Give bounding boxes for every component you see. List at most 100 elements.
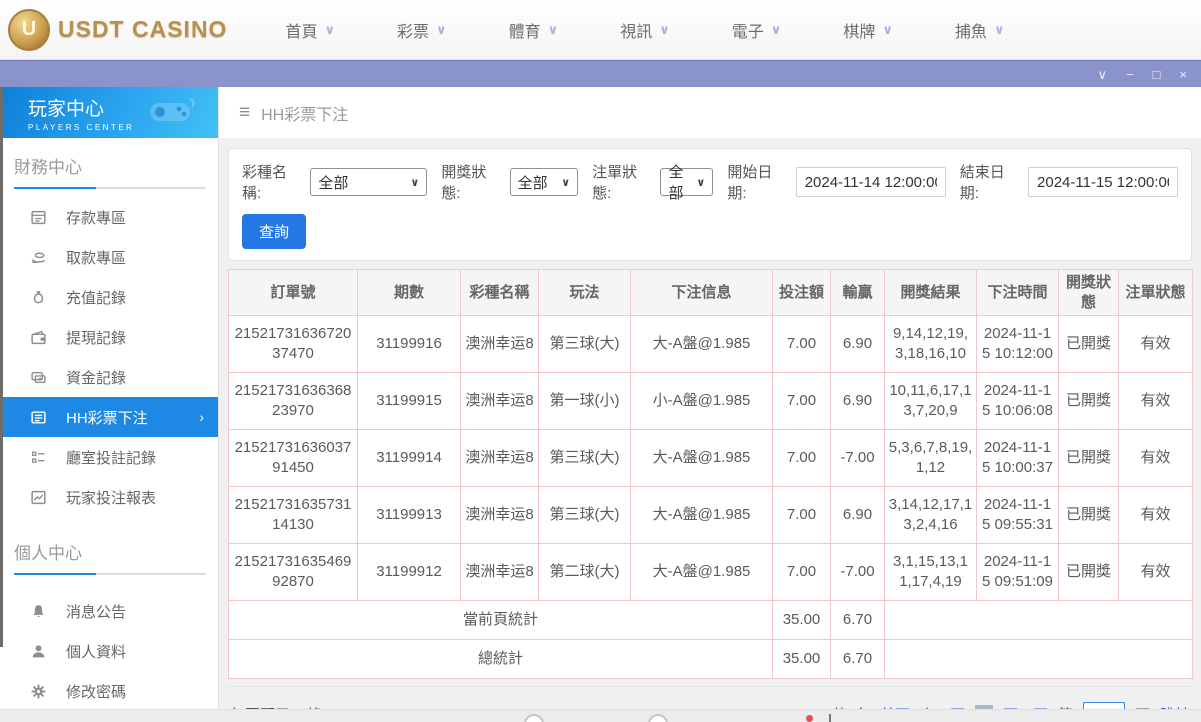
cell-winloss: -7.00 bbox=[830, 429, 885, 487]
bets-table-wrap: 訂單號 期數 彩種名稱 玩法 下注信息 投注額 輸贏 開獎結果 下注時間 開獎狀… bbox=[228, 269, 1193, 679]
section-underline bbox=[14, 573, 206, 575]
sidebar: 玩家中心 PLAYERS CENTER 財務中心 存款專區 取款專區 充值記錄 … bbox=[0, 87, 219, 722]
col-period: 期數 bbox=[357, 269, 461, 316]
grand-total-winloss: 6.70 bbox=[830, 639, 885, 679]
cell-bet-amount: 7.00 bbox=[772, 543, 831, 601]
section-title: 財務中心 bbox=[14, 158, 82, 177]
nav-item-slots[interactable]: 電子 ∨ bbox=[732, 18, 782, 42]
nav-item-cards[interactable]: 棋牌 ∨ bbox=[843, 18, 893, 42]
table-row: 2152173163636823970 31199915 澳洲幸运8 第一球(小… bbox=[228, 372, 1193, 430]
cell-order-status: 有效 bbox=[1118, 315, 1193, 373]
cell-order-status: 有效 bbox=[1118, 543, 1193, 601]
empty-cell bbox=[884, 600, 1193, 640]
gamepad-icon bbox=[150, 98, 195, 121]
cell-bet-amount: 7.00 bbox=[772, 315, 831, 373]
brand-name: USDT CASINO bbox=[58, 16, 228, 42]
chevron-down-icon: ∨ bbox=[696, 176, 706, 189]
sidebar-item-player-bet-report[interactable]: 玩家投注報表 bbox=[0, 477, 218, 517]
nav-item-sports[interactable]: 體育 ∨ bbox=[509, 18, 559, 42]
cell-play-type: 第一球(小) bbox=[538, 372, 631, 430]
col-order-status: 注單狀態 bbox=[1118, 269, 1193, 316]
cell-lottery-name: 澳洲幸运8 bbox=[460, 315, 539, 373]
empty-cell bbox=[884, 639, 1193, 679]
notification-dot-icon bbox=[806, 715, 813, 722]
cell-bet-amount: 7.00 bbox=[772, 429, 831, 487]
cell-order-status: 有效 bbox=[1118, 486, 1193, 544]
cell-order-status: 有效 bbox=[1118, 429, 1193, 487]
sidebar-item-deposit[interactable]: 存款專區 bbox=[0, 197, 218, 237]
cell-order-status: 有效 bbox=[1118, 372, 1193, 430]
order-status-select[interactable]: 全部 ∨ bbox=[660, 164, 714, 202]
maximize-icon[interactable]: □ bbox=[1153, 68, 1161, 81]
sidebar-item-change-password[interactable]: 修改密碼 bbox=[0, 671, 218, 711]
chevron-down-icon: ∨ bbox=[561, 176, 571, 189]
nav-item-home[interactable]: 首頁 ∨ bbox=[285, 18, 335, 42]
lottery-name-select[interactable]: 全部 ∨ bbox=[310, 168, 428, 196]
search-button[interactable]: 查詢 bbox=[242, 214, 307, 249]
sidebar-item-recharge-record[interactable]: 充值記錄 bbox=[0, 277, 218, 317]
cell-draw-status: 已開獎 bbox=[1058, 372, 1119, 430]
sidebar-item-label: 修改密碼 bbox=[66, 683, 127, 701]
nav-item-live[interactable]: 視訊 ∨ bbox=[620, 18, 670, 42]
content-area: ≡ HH彩票下注 彩種名稱: 全部 ∨ 開獎狀態: 全部 ∨ 注單狀態: 全部 … bbox=[219, 87, 1201, 722]
filter-panel: 彩種名稱: 全部 ∨ 開獎狀態: 全部 ∨ 注單狀態: 全部 ∨ 開始日期: 結… bbox=[228, 148, 1192, 261]
cell-lottery-name: 澳洲幸运8 bbox=[460, 429, 539, 487]
section-personal-center: 個人中心 bbox=[0, 517, 218, 575]
cell-lottery-name: 澳洲幸运8 bbox=[460, 543, 539, 601]
sidebar-item-hh-lottery-bets[interactable]: HH彩票下注 › bbox=[0, 397, 218, 437]
page-bottom-strip bbox=[0, 709, 1201, 722]
cell-draw-result: 3,14,12,17,13,2,4,16 bbox=[884, 486, 977, 544]
close-icon[interactable]: × bbox=[1179, 68, 1187, 81]
chevron-down-icon: ∨ bbox=[659, 21, 670, 37]
footer-circle-icon bbox=[648, 714, 668, 722]
sidebar-item-label: 資金記錄 bbox=[66, 369, 127, 387]
cell-order-no: 2152173163546992870 bbox=[228, 543, 358, 601]
coin-logo-icon: U bbox=[8, 8, 50, 51]
cell-draw-status: 已開獎 bbox=[1058, 429, 1119, 487]
sidebar-item-announcements[interactable]: 消息公告 bbox=[0, 591, 218, 631]
minimize-icon[interactable]: − bbox=[1126, 68, 1134, 81]
nav-label: 體育 bbox=[508, 23, 541, 41]
chevron-down-icon: ∨ bbox=[436, 21, 447, 37]
sidebar-item-label: 廳室投註記錄 bbox=[66, 449, 157, 467]
end-date-input[interactable] bbox=[1028, 167, 1179, 197]
cell-bet-time: 2024-11-15 09:55:31 bbox=[976, 486, 1059, 544]
wallet-icon bbox=[30, 329, 47, 346]
sidebar-item-profile[interactable]: 個人資料 bbox=[0, 631, 218, 671]
hamburger-menu-icon[interactable]: ≡ bbox=[239, 102, 250, 124]
cell-period: 31199912 bbox=[357, 543, 461, 601]
nav-label: 彩票 bbox=[397, 23, 430, 41]
nav-label: 電子 bbox=[731, 23, 764, 41]
cell-play-type: 第二球(大) bbox=[538, 543, 631, 601]
sidebar-item-hall-bet-record[interactable]: 廳室投註記錄 bbox=[0, 437, 218, 477]
cell-winloss: 6.90 bbox=[830, 315, 885, 373]
footer-divider bbox=[829, 714, 831, 722]
sidebar-item-label: 存款專區 bbox=[66, 209, 127, 227]
cell-order-no: 2152173163603791450 bbox=[228, 429, 358, 487]
cell-bet-info: 大-A盤@1.985 bbox=[630, 486, 773, 544]
nav-item-fishing[interactable]: 捕魚 ∨ bbox=[955, 18, 1005, 42]
chevron-down-icon[interactable]: ∨ bbox=[1097, 68, 1107, 81]
draw-status-select[interactable]: 全部 ∨ bbox=[509, 168, 579, 196]
cell-draw-result: 10,11,6,17,13,7,20,9 bbox=[884, 372, 977, 430]
cell-play-type: 第三球(大) bbox=[538, 315, 631, 373]
cell-period: 31199915 bbox=[357, 372, 461, 430]
brand-logo[interactable]: U USDT CASINO bbox=[8, 8, 228, 51]
nav-item-lottery[interactable]: 彩票 ∨ bbox=[397, 18, 447, 42]
chevron-down-icon: ∨ bbox=[547, 21, 559, 37]
sidebar-item-cashout-record[interactable]: 提現記錄 bbox=[0, 317, 218, 357]
cell-bet-time: 2024-11-15 10:00:37 bbox=[976, 429, 1059, 487]
chevron-right-icon: › bbox=[199, 409, 204, 425]
col-order-no: 訂單號 bbox=[228, 269, 358, 316]
window-title-bar: ∨ − □ × bbox=[0, 60, 1201, 87]
cell-period: 31199914 bbox=[357, 429, 461, 487]
window-controls: ∨ − □ × bbox=[1097, 68, 1187, 81]
sidebar-item-funds-record[interactable]: 資金記錄 bbox=[0, 357, 218, 397]
start-date-input[interactable] bbox=[795, 167, 946, 197]
sidebar-item-label: HH彩票下注 bbox=[66, 409, 148, 427]
sidebar-item-label: 玩家投注報表 bbox=[66, 489, 157, 507]
main-navigation: 首頁 ∨ 彩票 ∨ 體育 ∨ 視訊 ∨ 電子 ∨ 棋牌 ∨ 捕魚 ∨ bbox=[285, 18, 1004, 42]
sidebar-item-withdraw[interactable]: 取款專區 bbox=[0, 237, 218, 277]
current-page-stats-row: 當前頁統計 35.00 6.70 bbox=[228, 600, 1193, 640]
user-icon bbox=[30, 643, 47, 660]
